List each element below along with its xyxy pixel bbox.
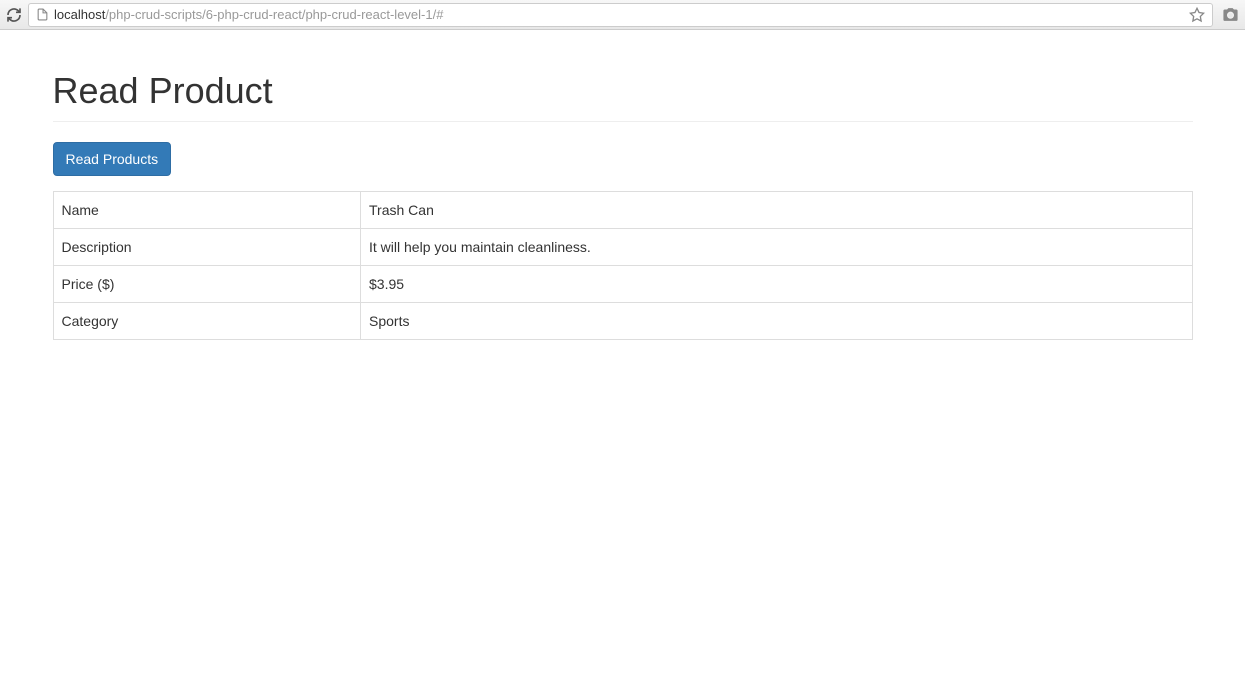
url-host: localhost bbox=[54, 7, 105, 22]
table-row: Description It will help you maintain cl… bbox=[53, 229, 1192, 266]
table-row: Price ($) $3.95 bbox=[53, 266, 1192, 303]
table-row: Name Trash Can bbox=[53, 192, 1192, 229]
row-label: Category bbox=[53, 303, 361, 340]
url-path: /php-crud-scripts/6-php-crud-react/php-c… bbox=[105, 7, 443, 22]
table-row: Category Sports bbox=[53, 303, 1192, 340]
star-icon[interactable] bbox=[1188, 6, 1206, 24]
row-value: $3.95 bbox=[361, 266, 1192, 303]
file-icon bbox=[35, 8, 49, 22]
row-label: Description bbox=[53, 229, 361, 266]
url-text: localhost/php-crud-scripts/6-php-crud-re… bbox=[54, 7, 1183, 22]
row-label: Price ($) bbox=[53, 266, 361, 303]
address-bar[interactable]: localhost/php-crud-scripts/6-php-crud-re… bbox=[28, 3, 1213, 27]
main-container: Read Product Read Products Name Trash Ca… bbox=[38, 30, 1208, 340]
row-value: It will help you maintain cleanliness. bbox=[361, 229, 1192, 266]
page-header: Read Product bbox=[53, 30, 1193, 122]
read-products-button[interactable]: Read Products bbox=[53, 142, 172, 176]
row-value: Trash Can bbox=[361, 192, 1192, 229]
browser-chrome: localhost/php-crud-scripts/6-php-crud-re… bbox=[0, 0, 1245, 30]
product-table: Name Trash Can Description It will help … bbox=[53, 191, 1193, 340]
reload-icon[interactable] bbox=[6, 7, 22, 23]
camera-icon[interactable] bbox=[1221, 6, 1239, 24]
page-title: Read Product bbox=[53, 70, 1193, 112]
row-label: Name bbox=[53, 192, 361, 229]
row-value: Sports bbox=[361, 303, 1192, 340]
